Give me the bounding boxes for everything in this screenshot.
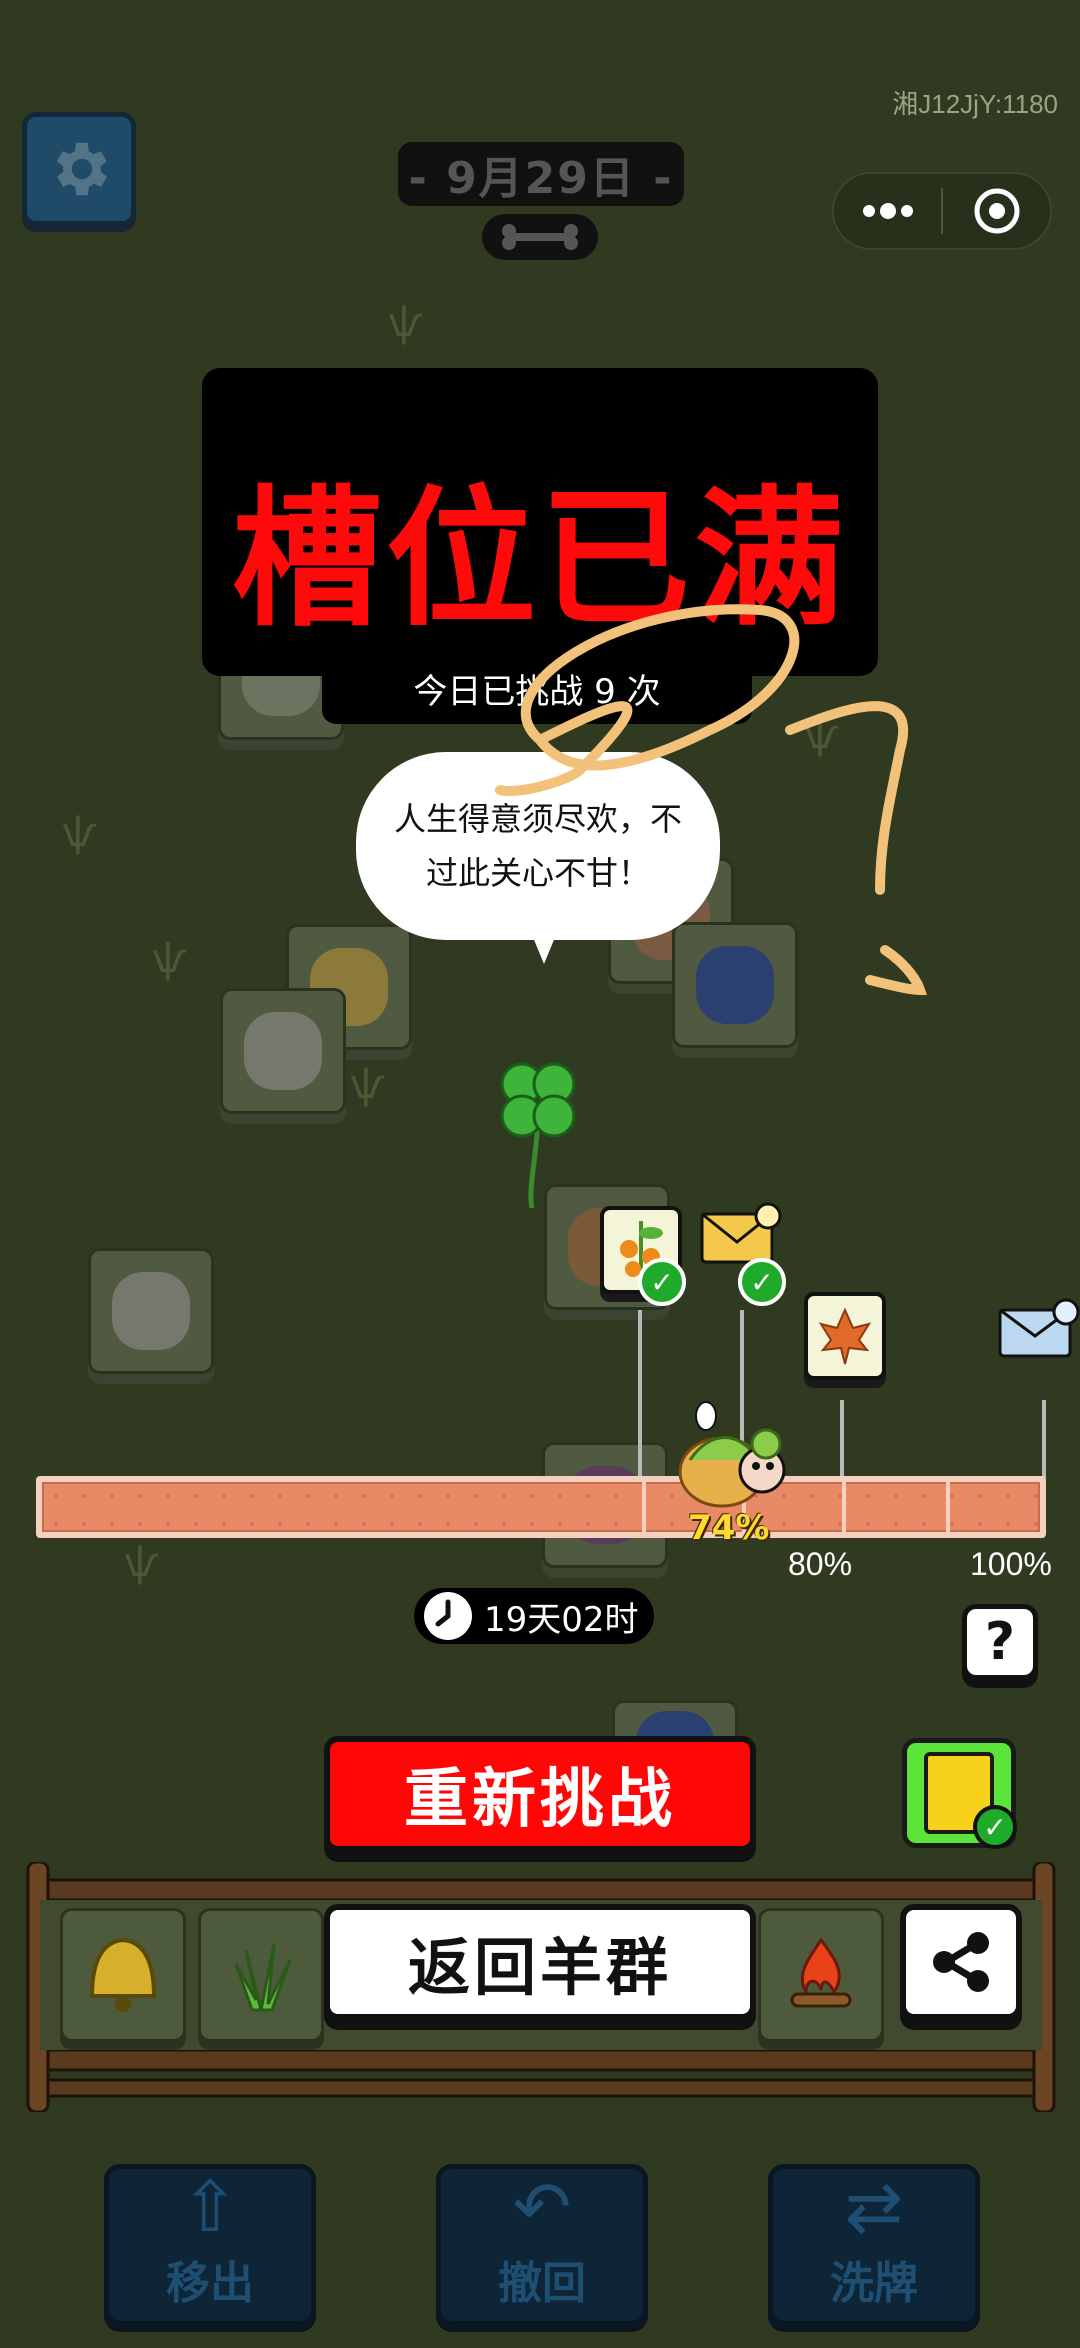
envelope-gold-icon[interactable] (698, 1202, 786, 1268)
countdown-timer: 19天02时 (414, 1588, 654, 1644)
grass-decoration: ѱ (152, 936, 188, 982)
shuffle-icon: ⇄ (844, 2166, 904, 2248)
check-icon: ✓ (738, 1258, 786, 1306)
move-out-label: 移出 (166, 2258, 254, 2309)
grass-tuft-icon (234, 1943, 292, 2012)
board-tile[interactable] (88, 1248, 214, 1374)
milestone-stem (840, 1400, 844, 1478)
share-icon (933, 1932, 989, 1992)
gear-icon (56, 142, 108, 196)
board-tile[interactable] (220, 988, 346, 1114)
shuffle-label: 洗牌 (830, 2258, 918, 2309)
milestone-100-label: 100% (970, 1546, 1052, 1582)
more-dots-icon[interactable] (834, 174, 941, 248)
grass-decoration: ѱ (124, 1540, 160, 1586)
envelope-blue-icon[interactable] (998, 1296, 1080, 1362)
help-button[interactable]: ? (962, 1604, 1038, 1680)
slot-bell-tile (60, 1908, 186, 2042)
progress-divider (642, 1476, 646, 1538)
check-icon: ✓ (973, 1805, 1017, 1849)
check-icon: ✓ (638, 1258, 686, 1306)
undo-icon: ↶ (512, 2166, 572, 2248)
settings-button[interactable] (22, 112, 136, 226)
move-out-button[interactable]: ⇧ 移出 (104, 2164, 316, 2326)
mini-program-capsule (832, 172, 1052, 250)
maple-leaf-icon (818, 1307, 872, 1365)
date-label: - 9月29日 - (398, 142, 684, 206)
target-circle-icon[interactable] (943, 174, 1050, 248)
grass-decoration: ѱ (388, 300, 424, 346)
version-text: 湘J12JjY:1180 (892, 89, 1058, 119)
clover-icon (500, 1062, 576, 1209)
undo-label: 撤回 (498, 2258, 586, 2309)
progress-divider (946, 1476, 950, 1538)
clock-icon (424, 1592, 472, 1640)
scribble-annotation (495, 604, 927, 996)
slot-campfire-tile (758, 1908, 884, 2042)
campfire-icon (790, 1937, 852, 2008)
sheep-progress-marker (678, 1401, 786, 1508)
undo-button[interactable]: ↶ 撤回 (436, 2164, 648, 2326)
shuffle-button[interactable]: ⇄ 洗牌 (768, 2164, 980, 2326)
bell-icon (89, 1937, 157, 2012)
reward-leaf-tile[interactable] (804, 1292, 886, 1380)
share-button[interactable] (900, 1904, 1022, 2020)
move-out-icon: ⇧ (180, 2166, 240, 2248)
progress-current-label: 74% (688, 1508, 770, 1548)
ticket-button[interactable]: ✓ (902, 1738, 1017, 1849)
milestone-80-label: 80% (788, 1546, 853, 1582)
progress-divider (842, 1476, 846, 1538)
back-to-flock-button[interactable]: 返回羊群 (324, 1904, 756, 2020)
grass-decoration: ѱ (350, 1062, 386, 1108)
milestone-stem (1042, 1400, 1046, 1478)
slot-grass-tile (198, 1908, 324, 2042)
milestone-stem (638, 1310, 642, 1478)
retry-button[interactable]: 重新挑战 (324, 1736, 756, 1852)
countdown-text: 19天02时 (484, 1599, 639, 1640)
grass-decoration: ѱ (62, 810, 98, 856)
bone-icon (482, 214, 598, 260)
progress-bar (36, 1476, 1046, 1538)
